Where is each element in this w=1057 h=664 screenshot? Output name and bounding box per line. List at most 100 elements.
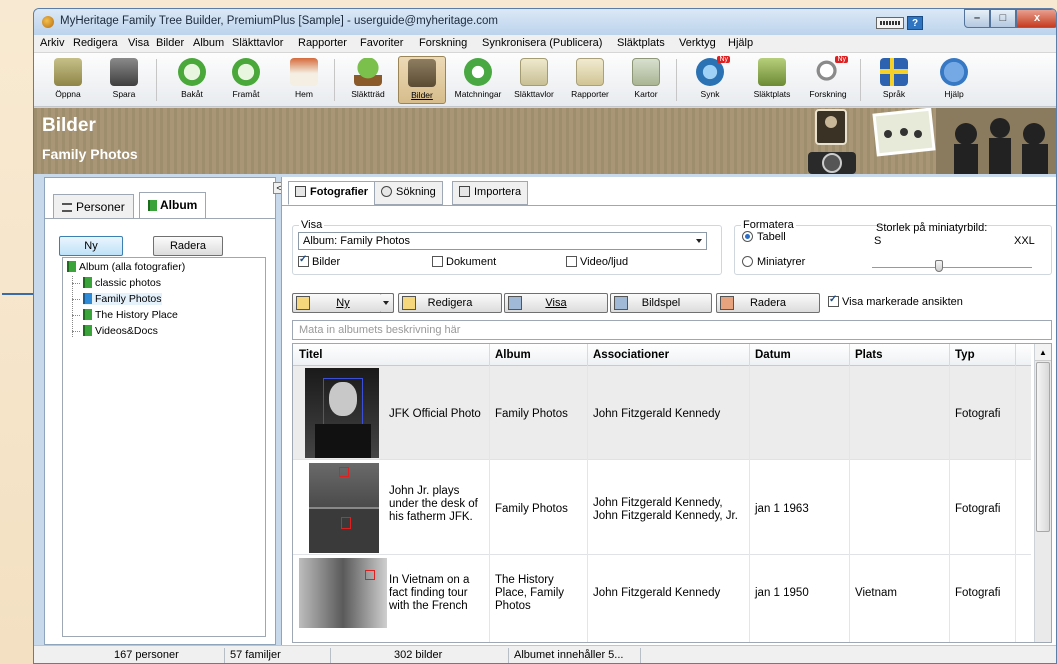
show-faces-checkbox[interactable]: Visa markerade ansikten: [828, 294, 963, 308]
new-badge: Ny: [717, 56, 730, 63]
new-album-button[interactable]: Ny: [59, 236, 123, 256]
column-place[interactable]: Plats: [855, 349, 883, 361]
album-description-input[interactable]: Mata in albumets beskrivning här: [292, 320, 1052, 340]
toolbar-sync-button[interactable]: Ny Synk: [686, 56, 734, 104]
menu-synkronisera[interactable]: Synkronisera (Publicera): [482, 37, 602, 49]
row-type: Fotografi: [955, 408, 1001, 420]
menu-forskning[interactable]: Forskning: [419, 37, 467, 49]
column-album[interactable]: Album: [495, 349, 531, 361]
photo-thumbnail: [305, 368, 379, 458]
menu-hjalp[interactable]: Hjälp: [728, 37, 753, 49]
menu-arkiv[interactable]: Arkiv: [40, 37, 64, 49]
toolbar-family-site-button[interactable]: Släktplats: [748, 56, 796, 104]
toolbar-separator: [860, 59, 861, 101]
tab-persons[interactable]: Personer: [53, 194, 134, 218]
forward-arrow-icon: [232, 58, 260, 86]
scroll-up-icon[interactable]: ▲: [1035, 344, 1051, 361]
face-marker: [365, 570, 375, 580]
toolbar-forward-button[interactable]: Framåt: [222, 56, 270, 104]
view-legend: Visa: [299, 219, 325, 231]
delete-photo-button[interactable]: Radera: [716, 293, 820, 313]
close-button[interactable]: x: [1016, 9, 1056, 28]
toolbar-separator: [156, 59, 157, 101]
toolbar-language-button[interactable]: Språk: [870, 56, 918, 104]
toolbar-research-button[interactable]: Ny Forskning: [804, 56, 852, 104]
menu-bilder[interactable]: Bilder: [156, 37, 184, 49]
slideshow-button[interactable]: Bildspel: [610, 293, 712, 313]
menu-redigera[interactable]: Redigera: [73, 37, 118, 49]
menu-rapporter[interactable]: Rapporter: [298, 37, 347, 49]
menu-slakttavlor[interactable]: Släkttavlor: [232, 37, 283, 49]
photos-table: Titel Album Associationer Datum Plats Ty…: [292, 343, 1052, 643]
toolbar-matches-button[interactable]: Matchningar: [454, 56, 502, 104]
toolbar-charts-button[interactable]: Släkttavlor: [510, 56, 558, 104]
matches-icon: [464, 58, 492, 86]
row-date: jan 1 1963: [755, 503, 809, 515]
tree-item-videos-docs[interactable]: Videos&Docs: [83, 325, 158, 337]
toolbar-separator: [676, 59, 677, 101]
new-photo-dropdown[interactable]: [380, 293, 394, 313]
face-marker: [339, 467, 349, 477]
video-audio-checkbox[interactable]: Video/ljud: [566, 256, 628, 268]
images-checkbox[interactable]: Bilder: [298, 254, 340, 268]
tab-import[interactable]: Importera: [452, 181, 529, 205]
status-album-info: Albumet innehåller 5...: [514, 649, 624, 661]
tree-item-all-photos[interactable]: Album (alla fotografier): [67, 261, 185, 273]
menu-favoriter[interactable]: Favoriter: [360, 37, 403, 49]
menu-visa[interactable]: Visa: [128, 37, 149, 49]
help-square-button[interactable]: ?: [907, 16, 923, 30]
table-scrollbar[interactable]: ▲: [1034, 344, 1051, 642]
menu-album[interactable]: Album: [193, 37, 224, 49]
thumbnail-size-slider[interactable]: [872, 267, 1032, 269]
album-book-icon: [83, 293, 92, 304]
tab-album-label: Album: [160, 198, 198, 212]
album-select[interactable]: Album: Family Photos: [298, 232, 707, 250]
album-book-icon: [83, 277, 92, 288]
delete-album-button[interactable]: Radera: [153, 236, 223, 256]
tab-search[interactable]: Sökning: [374, 181, 443, 205]
keyboard-icon[interactable]: [876, 17, 904, 29]
toolbar-maps-button[interactable]: Kartor: [622, 56, 670, 104]
photo-tab-icon: [295, 186, 306, 197]
tab-album[interactable]: Album: [139, 192, 207, 218]
maximize-button[interactable]: □: [990, 9, 1016, 28]
slider-thumb[interactable]: [935, 260, 944, 272]
documents-checkbox[interactable]: Dokument: [432, 256, 496, 268]
column-type[interactable]: Typ: [955, 349, 975, 361]
toolbar-help-button[interactable]: Hjälp: [930, 56, 978, 104]
toolbar-back-button[interactable]: Bakåt: [168, 56, 216, 104]
scrollbar-thumb[interactable]: [1036, 362, 1050, 532]
edit-photo-button[interactable]: Redigera: [398, 293, 502, 313]
column-title[interactable]: Titel: [299, 349, 322, 361]
table-row[interactable]: JFK Official Photo Family Photos John Fi…: [293, 366, 1031, 460]
app-logo-icon: [42, 16, 54, 28]
column-date[interactable]: Datum: [755, 349, 791, 361]
toolbar-reports-button[interactable]: Rapporter: [566, 56, 614, 104]
table-row[interactable]: In Vietnam on a fact finding tour with t…: [293, 556, 1031, 642]
thumbnails-radio[interactable]: Miniatyrer: [742, 256, 805, 268]
toolbar-open-button[interactable]: Öppna: [44, 56, 92, 104]
tree-item-classic-photos[interactable]: classic photos: [83, 277, 161, 289]
app-window: MyHeritage Family Tree Builder, PremiumP…: [33, 8, 1057, 664]
table-radio[interactable]: Tabell: [742, 231, 786, 243]
album-tree: Album (alla fotografier) classic photos …: [62, 257, 266, 637]
tree-item-family-photos[interactable]: Family Photos: [83, 293, 162, 305]
tab-photos[interactable]: Fotografier: [288, 181, 376, 205]
row-type: Fotografi: [955, 587, 1001, 599]
table-row[interactable]: John Jr. plays under the desk of his fat…: [293, 461, 1031, 555]
tree-item-history-place[interactable]: The History Place: [83, 309, 178, 321]
view-photo-button[interactable]: Visa: [504, 293, 608, 313]
menu-verktyg[interactable]: Verktyg: [679, 37, 716, 49]
menu-slaktplats[interactable]: Släktplats: [617, 37, 665, 49]
toolbar-photos-button[interactable]: Bilder: [398, 56, 446, 104]
column-associations[interactable]: Associationer: [593, 349, 669, 361]
face-marker: [341, 517, 351, 529]
minimize-button[interactable]: –: [964, 9, 990, 28]
new-photo-button[interactable]: Ny: [292, 293, 394, 313]
persons-list-icon: [62, 203, 72, 212]
new-badge: Ny: [835, 56, 848, 63]
toolbar-home-button[interactable]: Hem: [280, 56, 328, 104]
toolbar-save-button[interactable]: Spara: [100, 56, 148, 104]
toolbar-tree-button[interactable]: Släktträd: [344, 56, 392, 104]
tab-divider: [45, 218, 275, 219]
